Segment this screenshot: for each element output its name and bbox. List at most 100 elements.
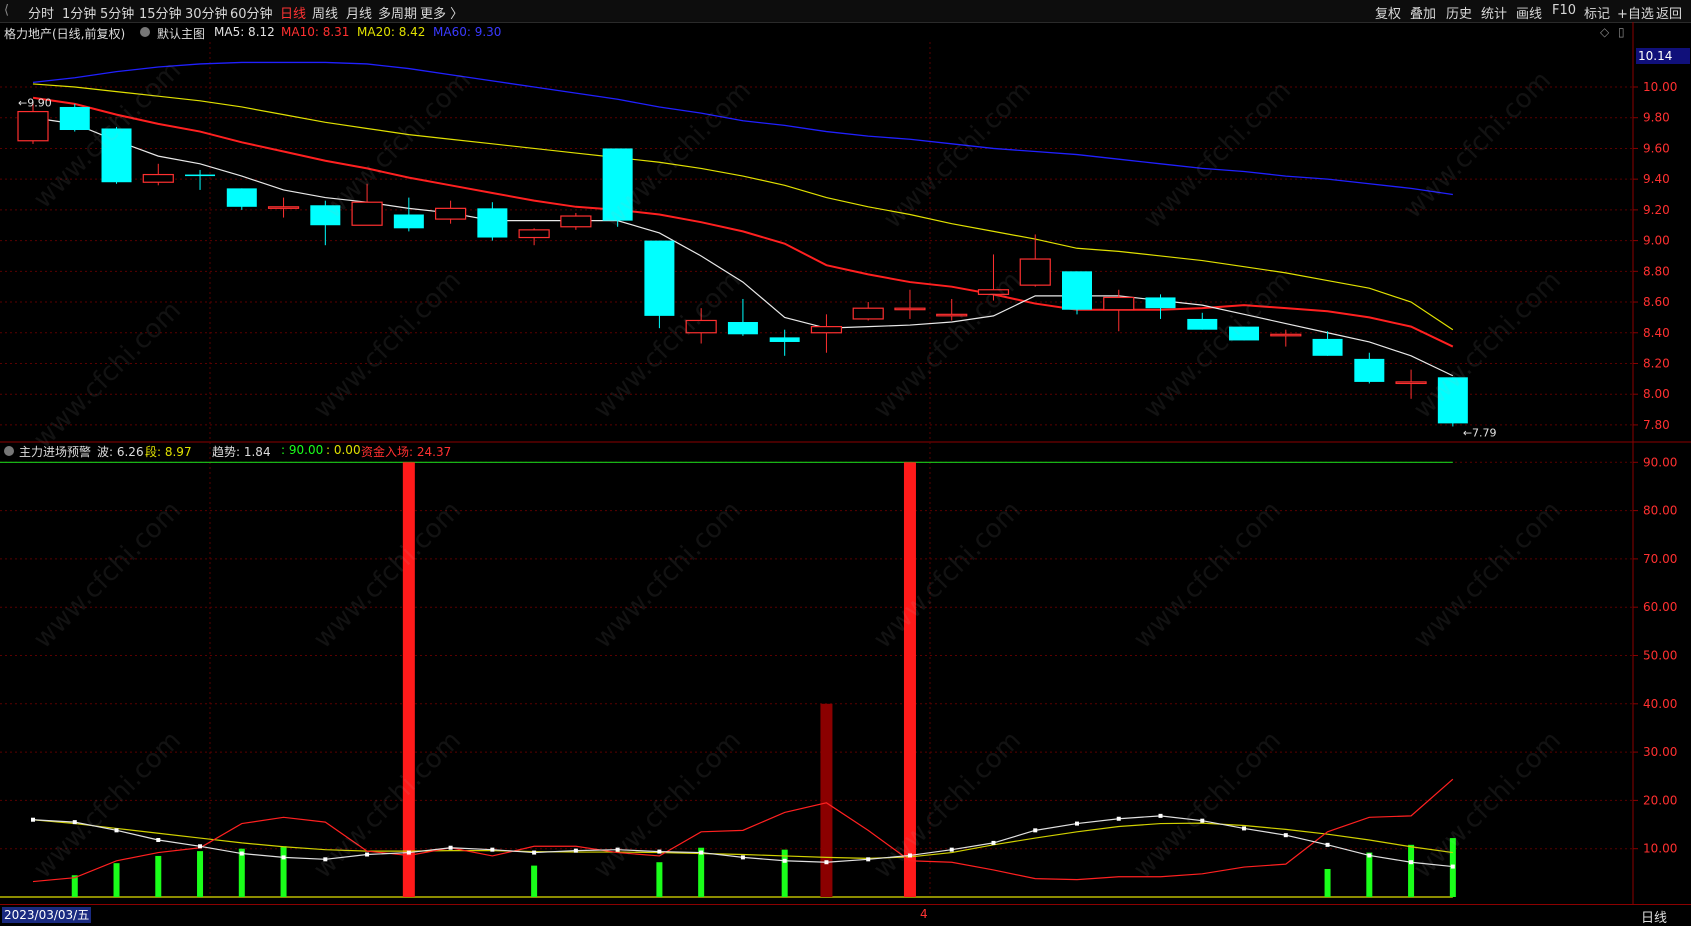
candle-body bbox=[1187, 318, 1218, 330]
indicator-white-dot bbox=[1158, 813, 1163, 818]
indicator-white-dot bbox=[573, 848, 578, 853]
price-tick-label: 10.00 bbox=[1643, 80, 1677, 94]
indicator-white-dot bbox=[740, 855, 745, 860]
price-tick-label: 9.40 bbox=[1643, 172, 1670, 186]
candle-body bbox=[1103, 296, 1135, 311]
green-volume-bar bbox=[531, 865, 538, 897]
candle-body bbox=[685, 319, 717, 334]
price-tick-label: 8.60 bbox=[1643, 295, 1670, 309]
indicator-white-dot bbox=[281, 855, 286, 860]
indicator-white-dot bbox=[490, 847, 495, 852]
indicator-tick-label: 80.00 bbox=[1643, 504, 1677, 518]
indicator-white-dot bbox=[1409, 860, 1414, 865]
price-tick-label: 8.20 bbox=[1643, 356, 1670, 370]
candle-body bbox=[602, 148, 633, 221]
signal-bar bbox=[903, 462, 916, 897]
green-volume-bar bbox=[781, 849, 788, 897]
price-tick-label: 8.80 bbox=[1643, 264, 1670, 278]
price-tick-label: 8.40 bbox=[1643, 326, 1670, 340]
candle-body bbox=[518, 229, 550, 239]
indicator-white-dot bbox=[1242, 826, 1247, 831]
green-volume-bar bbox=[698, 847, 705, 897]
green-volume-bar bbox=[238, 848, 245, 897]
indicator-white-dot bbox=[1283, 833, 1288, 838]
candle-body bbox=[644, 240, 675, 316]
green-volume-bar bbox=[113, 863, 120, 897]
green-volume-bar bbox=[71, 875, 78, 897]
low-price-marker: ←7.79 bbox=[1463, 426, 1497, 439]
indicator-white-dot bbox=[72, 820, 77, 825]
candle-body bbox=[59, 106, 90, 131]
candle-body bbox=[477, 208, 508, 238]
candle-body bbox=[185, 174, 216, 177]
indicator-white-dot bbox=[1450, 864, 1455, 869]
candle-body bbox=[226, 188, 257, 207]
candle-body bbox=[977, 289, 1010, 295]
high-price-marker: ←9.90 bbox=[18, 96, 52, 109]
ma60-line bbox=[32, 61, 1453, 196]
indicator-white-dot bbox=[406, 850, 411, 855]
price-tick-label: 9.20 bbox=[1643, 203, 1670, 217]
indicator-white-dot bbox=[1325, 842, 1330, 847]
cursor-date: 2023/03/03/五 bbox=[2, 907, 92, 923]
price-tick-label: 9.00 bbox=[1643, 234, 1670, 248]
indicator-tick-label: 90.00 bbox=[1643, 455, 1677, 469]
indicator-white-dot bbox=[907, 853, 912, 858]
indicator-white-dot bbox=[615, 847, 620, 852]
green-volume-bar bbox=[656, 862, 663, 897]
dark-signal-bar bbox=[820, 703, 833, 897]
indicator-white-dot bbox=[1200, 818, 1205, 823]
price-tick-label: 8.00 bbox=[1643, 387, 1670, 401]
indicator-tick-label: 10.00 bbox=[1643, 842, 1677, 856]
indicator-white-dot bbox=[198, 844, 203, 849]
indicator-white-dot bbox=[156, 838, 161, 843]
candle-body bbox=[1312, 338, 1343, 356]
candle-body bbox=[560, 215, 592, 228]
indicator-white-dot bbox=[657, 849, 662, 854]
signal-bar bbox=[402, 462, 415, 897]
candle-body bbox=[17, 110, 49, 142]
indicator-white-dot bbox=[114, 828, 119, 833]
candle-body bbox=[1354, 358, 1385, 382]
candle-body bbox=[101, 128, 132, 183]
candle-body bbox=[1019, 258, 1051, 286]
indicator-white-dot bbox=[532, 850, 537, 855]
indicator-tick-label: 20.00 bbox=[1643, 793, 1677, 807]
candle-body bbox=[1437, 377, 1468, 424]
indicator-white-dot bbox=[1075, 821, 1079, 826]
indicator-white-dot bbox=[699, 850, 704, 855]
green-volume-bar bbox=[1366, 852, 1373, 897]
candle-body bbox=[1062, 271, 1092, 310]
candle-body bbox=[1145, 297, 1176, 309]
indicator-red-line bbox=[32, 778, 1454, 883]
indicator-white-dot bbox=[866, 857, 871, 862]
indicator-yellow-line bbox=[32, 819, 1453, 859]
period-indicator: 日线 bbox=[1640, 911, 1667, 926]
candle-body bbox=[393, 214, 424, 229]
indicator-white-dot bbox=[1367, 853, 1372, 858]
candle-body bbox=[810, 326, 843, 334]
indicator-white-dot bbox=[782, 858, 787, 863]
indicator-white-dot bbox=[365, 852, 370, 857]
indicator-white-dot bbox=[239, 851, 244, 856]
indicator-white-dot bbox=[991, 840, 996, 845]
candle-body bbox=[1395, 381, 1427, 385]
candle-body bbox=[769, 337, 800, 342]
green-volume-bar bbox=[197, 851, 204, 897]
candle-body bbox=[936, 313, 968, 317]
green-volume-bar bbox=[1408, 844, 1415, 897]
candle-body bbox=[435, 207, 467, 220]
indicator-white-dot bbox=[323, 857, 328, 862]
candle-body bbox=[351, 201, 383, 226]
indicator-tick-label: 30.00 bbox=[1643, 745, 1677, 759]
indicator-tick-label: 50.00 bbox=[1643, 649, 1677, 663]
price-tick-label: 7.80 bbox=[1643, 418, 1670, 432]
green-volume-bar bbox=[1324, 868, 1331, 897]
candle-body bbox=[142, 173, 174, 183]
candle-body bbox=[1229, 326, 1260, 341]
status-bar: 2023/03/03/五 4 日线 bbox=[0, 904, 1691, 926]
candle-body bbox=[852, 307, 884, 320]
candle-body bbox=[267, 206, 300, 209]
indicator-tick-label: 70.00 bbox=[1643, 552, 1677, 566]
kline-chart[interactable]: 10.00 9.80 9.60 9.40 9.20 9.00 8.80 8.60 8.40 8.2… bbox=[0, 0, 1691, 904]
